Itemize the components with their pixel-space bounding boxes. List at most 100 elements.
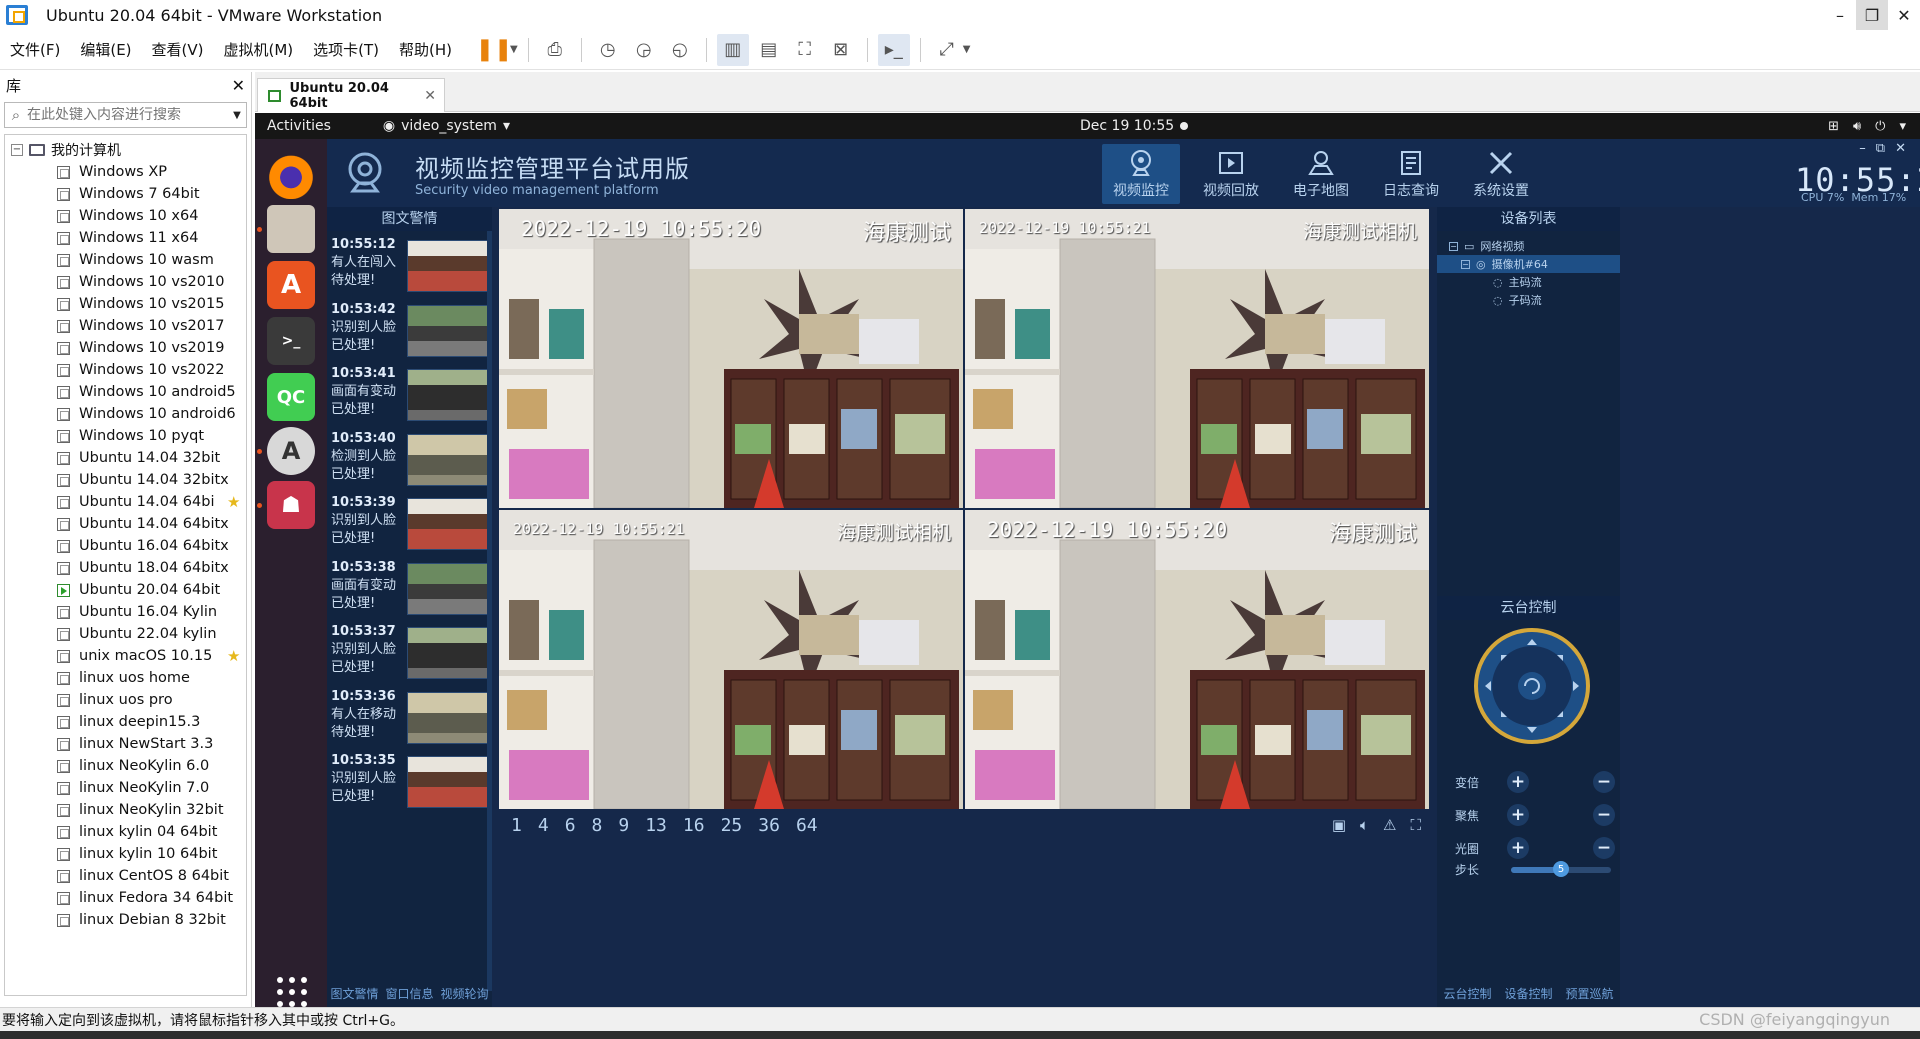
zoom-in-button[interactable]: +: [1507, 771, 1530, 793]
menu-edit[interactable]: 编辑(E): [70, 39, 141, 60]
layout-option[interactable]: 4: [538, 815, 549, 836]
vm-list-item[interactable]: linux kylin 10 64bit: [5, 843, 246, 865]
vm-list-item[interactable]: Windows 10 android6: [5, 403, 246, 425]
vm-list-item[interactable]: Windows 10 vs2019: [5, 337, 246, 359]
alarm-thumbnail[interactable]: [407, 369, 489, 421]
vm-list-item[interactable]: linux NeoKylin 32bit: [5, 799, 246, 821]
vm-list-item[interactable]: Ubuntu 14.04 64bitx: [5, 513, 246, 535]
alarm-icon[interactable]: ⚠: [1383, 816, 1396, 834]
layout-option[interactable]: 6: [565, 815, 576, 836]
vm-list-item[interactable]: Ubuntu 14.04 64bi ★: [5, 491, 246, 513]
alarm-item[interactable]: 10:53:39 识别到人脸 已处理!: [331, 494, 489, 556]
stream-sub[interactable]: ◌ 子码流: [1437, 291, 1620, 309]
vm-list-item[interactable]: Windows XP: [5, 161, 246, 183]
focus-minus-button[interactable]: −: [1593, 804, 1615, 826]
alarm-thumbnail[interactable]: [407, 691, 489, 744]
vm-list-item[interactable]: Ubuntu 20.04 64bit: [5, 579, 246, 601]
stretch-dropdown-icon[interactable]: ▼: [963, 44, 971, 55]
video-cell[interactable]: 2022-12-19 10:55:20 海康测试: [965, 510, 1429, 809]
fullscreen-icon[interactable]: ⛶: [1410, 816, 1421, 834]
layout-option[interactable]: 9: [618, 815, 629, 836]
collapse-icon[interactable]: −: [1461, 259, 1470, 269]
thumbnail-bar-icon[interactable]: ▤: [753, 34, 785, 66]
show-library-icon[interactable]: ▥: [716, 33, 749, 66]
collapse-icon[interactable]: −: [1449, 241, 1458, 251]
vm-list-item[interactable]: linux CentOS 8 64bit: [5, 865, 246, 887]
tab-alarm[interactable]: 图文警情: [330, 985, 378, 1007]
vm-list-item[interactable]: linux deepin15.3: [5, 711, 246, 733]
snapshot-icon[interactable]: ◷: [592, 34, 624, 66]
system-tray[interactable]: ⊞ 🔊︎ ⏻ ▾: [1828, 119, 1906, 134]
layout-option[interactable]: 16: [683, 815, 705, 836]
snapshot-image-icon[interactable]: ▣: [1332, 816, 1346, 834]
library-search-input[interactable]: [27, 107, 228, 123]
firefox-icon[interactable]: [267, 151, 315, 199]
vm-list-item[interactable]: linux kylin 04 64bit: [5, 821, 246, 843]
collapse-icon[interactable]: −: [11, 144, 23, 156]
nav-video-monitor[interactable]: 视频监控: [1102, 144, 1180, 204]
mute-icon[interactable]: 🔈︎: [1360, 816, 1369, 834]
alarm-item[interactable]: 10:53:35 识别到人脸 已处理!: [331, 752, 489, 814]
device-group[interactable]: − ▭ 网络视频: [1437, 237, 1620, 255]
tab-video-polling[interactable]: 视频轮询: [440, 985, 488, 1007]
iris-minus-button[interactable]: −: [1593, 837, 1615, 859]
menu-file[interactable]: 文件(F): [0, 39, 70, 60]
vm-list-item[interactable]: Windows 10 wasm: [5, 249, 246, 271]
vm-list-item[interactable]: Windows 10 vs2015: [5, 293, 246, 315]
zoom-out-button[interactable]: −: [1593, 771, 1615, 793]
video-cell[interactable]: 2022-12-19 10:55:20 海康测试: [499, 209, 963, 508]
layout-option[interactable]: 8: [592, 815, 603, 836]
menu-tabs[interactable]: 选项卡(T): [303, 39, 389, 60]
stretch-view-icon[interactable]: ⤢: [931, 34, 963, 66]
guest-display[interactable]: Activities ◉ video_system ▾ Dec 19 10:55…: [255, 113, 1920, 1007]
tab-ubuntu-20-04[interactable]: Ubuntu 20.04 64bit ✕: [257, 78, 445, 112]
vm-list-item[interactable]: linux NewStart 3.3: [5, 733, 246, 755]
alarm-item[interactable]: 10:55:12 有人在闯入 待处理!: [331, 236, 489, 298]
snapshot-manager-icon[interactable]: ◵: [664, 34, 696, 66]
tab-preset-cruise[interactable]: 预置巡航: [1565, 985, 1613, 1007]
layout-option[interactable]: 64: [796, 815, 818, 836]
alarm-thumbnail[interactable]: [407, 756, 489, 808]
library-close-icon[interactable]: ✕: [232, 76, 245, 95]
layout-option[interactable]: 25: [721, 815, 743, 836]
layout-option[interactable]: 36: [758, 815, 780, 836]
app-minimize-button[interactable]: –: [1859, 141, 1866, 156]
vm-list-item[interactable]: linux NeoKylin 6.0: [5, 755, 246, 777]
vm-list-item[interactable]: Windows 10 android5: [5, 381, 246, 403]
vm-list-item[interactable]: Windows 10 vs2022: [5, 359, 246, 381]
app-menu[interactable]: ◉ video_system ▾: [383, 118, 510, 134]
vm-list-item[interactable]: linux Fedora 34 64bit: [5, 887, 246, 909]
pause-icon[interactable]: ❚❚: [476, 34, 513, 66]
alarm-item[interactable]: 10:53:42 识别到人脸 已处理!: [331, 301, 489, 363]
vm-list-item[interactable]: Windows 10 vs2017: [5, 315, 246, 337]
software-center-icon[interactable]: A: [267, 261, 315, 309]
vm-list-item[interactable]: linux NeoKylin 7.0: [5, 777, 246, 799]
vm-list-item[interactable]: Ubuntu 14.04 32bit: [5, 447, 246, 469]
focus-plus-button[interactable]: +: [1507, 804, 1530, 826]
tab-close-icon[interactable]: ✕: [424, 88, 436, 104]
vm-list-item[interactable]: linux Debian 8 32bit: [5, 909, 246, 931]
alarm-item[interactable]: 10:53:36 有人在移动 待处理!: [331, 688, 489, 750]
gnome-clock[interactable]: Dec 19 10:55: [1080, 118, 1174, 134]
nav-log-query[interactable]: 日志查询: [1372, 144, 1450, 204]
vm-list-item[interactable]: Ubuntu 14.04 32bitx: [5, 469, 246, 491]
vm-list-item[interactable]: unix macOS 10.15 ★: [5, 645, 246, 667]
video-cell[interactable]: 2022-12-19 10:55:21 海康测试相机: [499, 510, 963, 809]
tab-device-control[interactable]: 设备控制: [1504, 985, 1552, 1007]
alarm-item[interactable]: 10:53:38 画面有变动 已处理!: [331, 559, 489, 621]
video-system-app-icon[interactable]: ☗: [267, 481, 315, 529]
qt-creator-icon[interactable]: QC: [267, 373, 315, 421]
show-applications-icon[interactable]: [277, 977, 307, 1007]
close-window-button[interactable]: ✕: [1888, 0, 1920, 30]
vm-list-item[interactable]: Ubuntu 18.04 64bitx: [5, 557, 246, 579]
full-screen-icon[interactable]: ⛶: [789, 34, 821, 66]
search-dropdown-icon[interactable]: ▼: [228, 110, 246, 121]
alarm-scrollbar[interactable]: [487, 231, 492, 991]
alarm-thumbnail[interactable]: [407, 433, 489, 486]
nav-e-map[interactable]: 电子地图: [1282, 144, 1360, 204]
tab-window-info[interactable]: 窗口信息: [385, 985, 433, 1007]
vm-list-item[interactable]: Ubuntu 16.04 64bitx: [5, 535, 246, 557]
console-view-icon[interactable]: ▸_: [877, 33, 910, 66]
software-updater-icon[interactable]: A: [267, 427, 315, 475]
alarm-thumbnail[interactable]: [407, 562, 489, 615]
